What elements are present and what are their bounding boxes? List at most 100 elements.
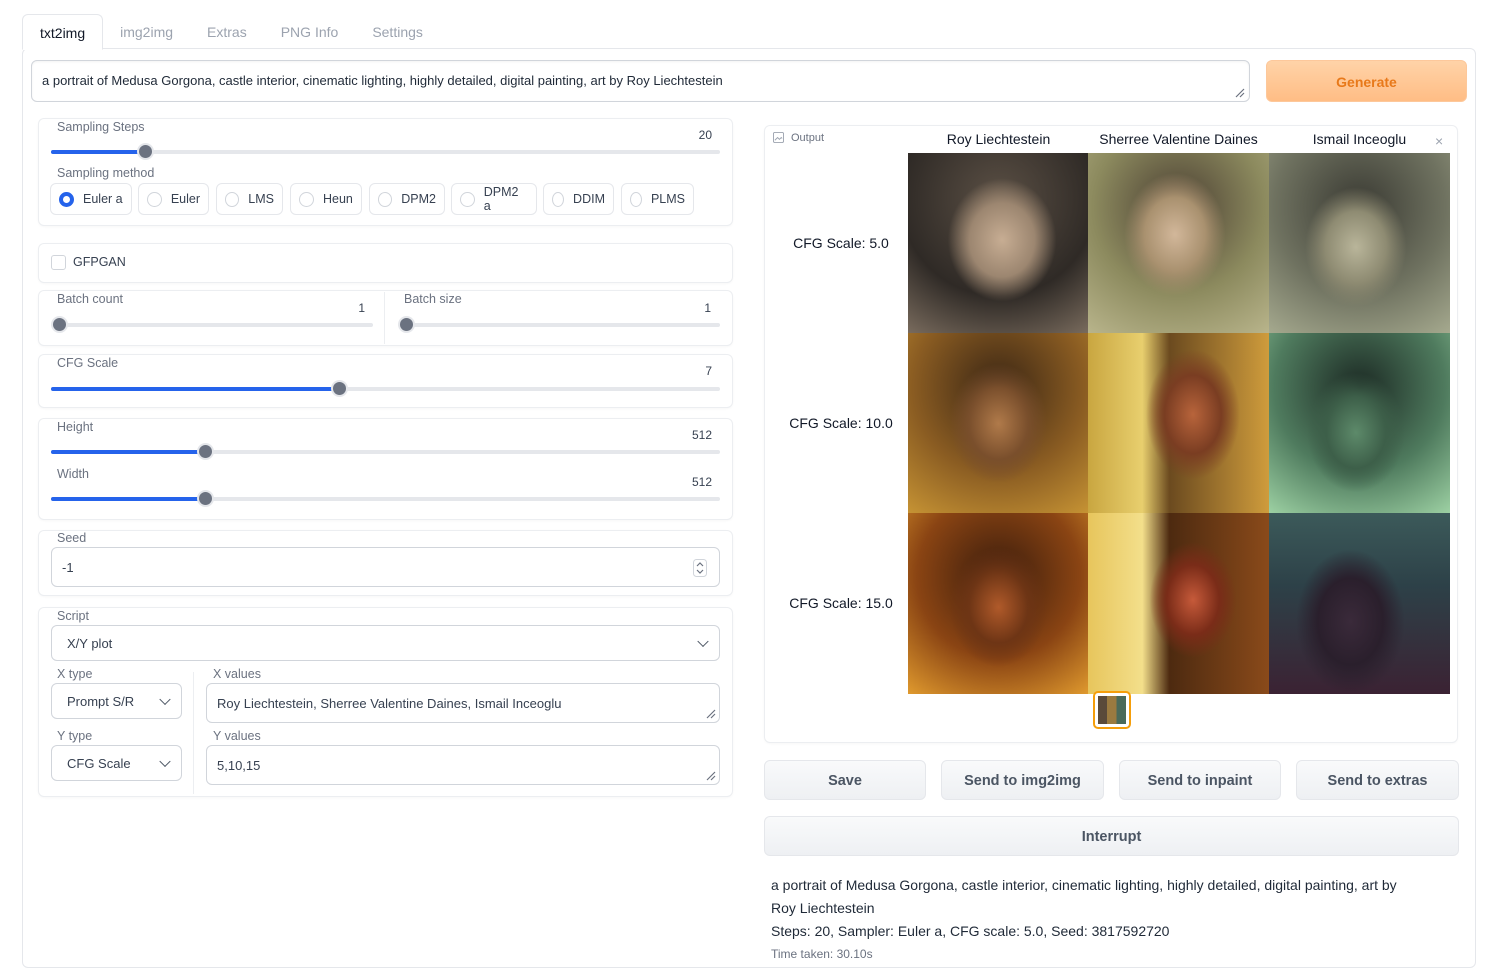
cfg-scale-slider[interactable] <box>51 380 720 397</box>
radio-dot <box>630 191 642 207</box>
send-to-img2img-button[interactable]: Send to img2img <box>941 760 1104 800</box>
grid-image[interactable] <box>1088 513 1269 694</box>
script-select[interactable]: X/Y plot <box>51 625 720 661</box>
radio-dot <box>299 191 314 207</box>
row-label: CFG Scale: 15.0 <box>789 595 893 611</box>
grid-image[interactable] <box>1269 333 1450 514</box>
radio-ddim[interactable]: DDIM <box>543 183 614 215</box>
thumbnail-image <box>1098 696 1126 724</box>
slider-fill <box>51 150 145 154</box>
image-icon <box>773 132 784 143</box>
gfpgan-checkbox[interactable] <box>51 255 66 270</box>
row-label: CFG Scale: 5.0 <box>793 235 889 251</box>
radio-dpm2-a[interactable]: DPM2 a <box>451 183 537 215</box>
tab-settings[interactable]: Settings <box>355 14 440 50</box>
radio-dot <box>552 191 565 207</box>
x-values-label: X values <box>207 667 267 681</box>
sampling-steps-value: 20 <box>698 128 712 142</box>
radio-label: DPM2 a <box>483 185 519 213</box>
script-label: Script <box>51 609 95 623</box>
tab-extras[interactable]: Extras <box>190 14 264 50</box>
slider-handle[interactable] <box>398 316 415 333</box>
y-values-input[interactable]: 5,10,15 <box>206 745 720 785</box>
y-type-select[interactable]: CFG Scale <box>51 745 182 781</box>
width-value: 512 <box>691 475 712 489</box>
generate-button[interactable]: Generate <box>1266 60 1467 102</box>
prompt-input[interactable]: a portrait of Medusa Gorgona, castle int… <box>31 60 1250 102</box>
row-label: CFG Scale: 10.0 <box>789 415 893 431</box>
column-label: Sherree Valentine Daines <box>1099 131 1258 147</box>
dimensions-panel <box>38 418 733 520</box>
grid-image[interactable] <box>908 153 1089 334</box>
radio-euler[interactable]: Euler <box>138 183 209 215</box>
cfg-scale-label: CFG Scale <box>51 356 125 370</box>
x-type-select[interactable]: Prompt S/R <box>51 683 182 719</box>
sampling-steps-label: Sampling Steps <box>51 120 151 134</box>
grid-image[interactable] <box>1088 333 1269 514</box>
sampling-steps-slider[interactable] <box>51 143 720 160</box>
info-prompt-line: a portrait of Medusa Gorgona, castle int… <box>771 877 1397 893</box>
x-values-text: Roy Liechtestein, Sherree Valentine Dain… <box>217 695 562 711</box>
interrupt-button[interactable]: Interrupt <box>764 816 1459 856</box>
slider-handle[interactable] <box>136 143 154 160</box>
y-type-value: CFG Scale <box>67 755 131 771</box>
batch-size-value: 1 <box>704 301 711 315</box>
tab-txt2img[interactable]: txt2img <box>22 14 104 50</box>
y-values-label: Y values <box>207 729 267 743</box>
slider-fill <box>51 450 205 454</box>
resize-grip-icon[interactable] <box>706 709 716 719</box>
height-value: 512 <box>691 428 712 442</box>
save-button[interactable]: Save <box>764 760 926 800</box>
chevron-down-icon <box>697 635 709 648</box>
batch-panel <box>38 290 733 346</box>
resize-grip-icon[interactable] <box>706 771 716 781</box>
radio-dot <box>147 191 162 207</box>
slider-handle[interactable] <box>196 443 214 460</box>
radio-dot <box>225 191 240 207</box>
grid-image[interactable] <box>908 513 1089 694</box>
number-stepper-icon[interactable] <box>693 559 707 577</box>
batch-size-slider[interactable] <box>398 316 720 333</box>
width-slider[interactable] <box>51 490 720 507</box>
grid-image[interactable] <box>908 333 1089 514</box>
slider-handle[interactable] <box>330 380 348 397</box>
batch-count-slider[interactable] <box>51 316 373 333</box>
tab-png-info[interactable]: PNG Info <box>264 14 356 50</box>
slider-handle[interactable] <box>51 316 68 333</box>
send-to-inpaint-button[interactable]: Send to inpaint <box>1119 760 1281 800</box>
radio-heun[interactable]: Heun <box>290 183 362 215</box>
info-prompt-line: Roy Liechtestein <box>771 900 875 916</box>
slider-fill <box>51 497 205 501</box>
radio-euler-a[interactable]: Euler a <box>50 183 132 215</box>
height-label: Height <box>51 420 100 434</box>
script-divider <box>193 672 194 794</box>
tab-img2img[interactable]: img2img <box>103 14 190 50</box>
x-type-label: X type <box>51 667 99 681</box>
grid-image[interactable] <box>1088 153 1269 334</box>
send-to-extras-button[interactable]: Send to extras <box>1296 760 1459 800</box>
radio-label: Euler a <box>83 192 123 206</box>
radio-label: DPM2 <box>401 192 436 206</box>
info-time-line: Time taken: 30.10s <box>771 947 873 961</box>
grid-image[interactable] <box>1269 513 1450 694</box>
grid-image[interactable] <box>1269 153 1450 334</box>
thumbnail[interactable] <box>1093 691 1131 729</box>
seed-label: Seed <box>51 531 93 545</box>
radio-dot <box>378 191 393 207</box>
cfg-scale-value: 7 <box>705 364 712 378</box>
gfpgan-label: GFPGAN <box>73 255 126 269</box>
y-type-label: Y type <box>51 729 99 743</box>
seed-input[interactable]: -1 <box>51 547 720 587</box>
radio-label: DDIM <box>573 192 605 206</box>
x-values-input[interactable]: Roy Liechtestein, Sherree Valentine Dain… <box>206 683 720 723</box>
batch-count-value: 1 <box>358 301 365 315</box>
radio-dpm2[interactable]: DPM2 <box>369 183 445 215</box>
radio-lms[interactable]: LMS <box>216 183 283 215</box>
chevron-down-icon <box>159 693 171 706</box>
height-slider[interactable] <box>51 443 720 460</box>
output-label: Output <box>791 132 825 144</box>
radio-plms[interactable]: PLMS <box>621 183 694 215</box>
resize-grip-icon[interactable] <box>1235 88 1245 98</box>
radio-label: Euler <box>170 192 200 206</box>
slider-handle[interactable] <box>196 490 214 507</box>
